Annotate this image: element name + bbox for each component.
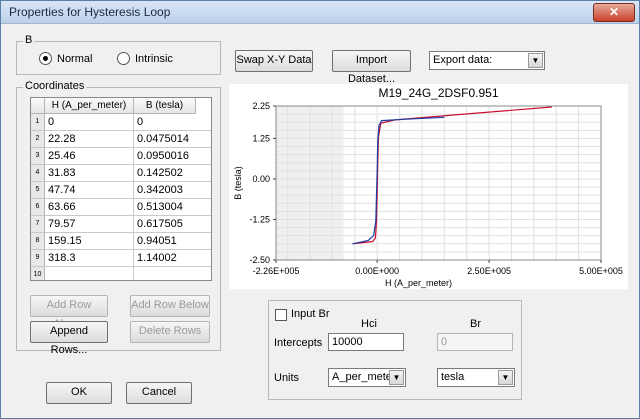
chevron-down-icon[interactable]: ▼ — [498, 370, 513, 385]
radio-intrinsic-label: Intrinsic — [135, 52, 173, 65]
radio-normal-label: Normal — [57, 52, 93, 65]
add-row-above-button[interactable]: Add Row Above — [30, 295, 108, 330]
radio-intrinsic-circle[interactable] — [117, 52, 130, 65]
table-row[interactable]: 6 63.66 0.513004 — [31, 199, 211, 216]
chart-svg: 2.25 1.25 0.00 -1.25 -2.50-2.26E+005 0.00E+00… — [233, 86, 623, 288]
h-value-cell[interactable]: 22.28 — [45, 131, 134, 148]
h-value-cell[interactable]: 79.57 — [45, 216, 134, 233]
b-value-cell[interactable]: 0.94051 — [134, 233, 211, 250]
table-row[interactable]: 4 31.83 0.142502 — [31, 165, 211, 182]
units-label: Units — [274, 372, 300, 384]
radio-intrinsic[interactable]: Intrinsic — [117, 52, 173, 65]
export-data-value: Export data: — [433, 54, 493, 66]
h-value-cell[interactable]: 47.74 — [45, 182, 134, 199]
radio-selected-dot — [43, 56, 48, 61]
hci-header: Hci — [361, 318, 377, 330]
table-row[interactable]: 2 22.28 0.0475014 — [31, 131, 211, 148]
hysteresis-chart: 2.25 1.25 0.00 -1.25 -2.50 -2.26E+005 0.00E+00… — [229, 84, 628, 289]
column-header-h[interactable]: H (A_per_meter) — [45, 98, 134, 114]
h-value-cell[interactable]: 63.66 — [45, 199, 134, 216]
h-value-cell[interactable]: 0 — [45, 114, 134, 131]
intercepts-label: Intercepts — [274, 337, 323, 349]
b-value-cell[interactable]: 0.342003 — [134, 182, 211, 199]
hci-intercept-input[interactable]: 10000 — [328, 333, 404, 351]
y-tick-label: -2.50 — [249, 255, 270, 265]
import-dataset-button[interactable]: Import Dataset... — [332, 50, 411, 85]
b-value-cell[interactable]: 0.0475014 — [134, 131, 211, 148]
table-header: H (A_per_meter) B (tesla) — [31, 98, 211, 114]
hci-units-dropdown[interactable]: A_per_meter ▼ — [328, 368, 406, 387]
y-axis-label: B (tesla) — [233, 166, 243, 200]
window-title: Properties for Hysteresis Loop — [9, 5, 171, 19]
append-rows-button[interactable]: Append Rows... — [30, 321, 108, 356]
radio-normal-circle[interactable] — [39, 52, 52, 65]
chart-title: M19_24G_2DSF0.951 — [378, 86, 498, 100]
add-row-below-button[interactable]: Add Row Below — [130, 295, 210, 317]
coordinates-label: Coordinates — [23, 80, 87, 92]
delete-rows-button[interactable]: Delete Rows — [130, 321, 210, 343]
row-number-cell: 4 — [31, 165, 45, 182]
table-row[interactable]: 100 — [31, 114, 211, 131]
b-group-label: B — [23, 34, 35, 46]
x-tick-label: 5.00E+005 — [579, 266, 623, 276]
title-bar[interactable]: Properties for Hysteresis Loop ✕ — [1, 1, 639, 24]
row-number-cell: 1 — [31, 114, 45, 131]
radio-normal[interactable]: Normal — [39, 52, 92, 65]
h-value-cell[interactable]: 318.3 — [45, 250, 134, 267]
b-value-cell[interactable]: 0.0950016 — [134, 148, 211, 165]
row-number-cell: 2 — [31, 131, 45, 148]
cancel-button[interactable]: Cancel — [126, 382, 192, 404]
input-br-label: Input Br — [291, 308, 330, 320]
b-value-cell[interactable]: 1.14002 — [134, 250, 211, 267]
row-number-cell: 6 — [31, 199, 45, 216]
table-row[interactable]: 3 25.46 0.0950016 — [31, 148, 211, 165]
export-data-dropdown[interactable]: Export data: ▼ — [429, 51, 545, 70]
h-value-cell[interactable]: 25.46 — [45, 148, 134, 165]
y-tick-label: -1.25 — [249, 214, 270, 224]
b-value-cell[interactable]: 0.513004 — [134, 199, 211, 216]
br-units-value: tesla — [441, 371, 465, 383]
swap-xy-button[interactable]: Swap X-Y Data — [235, 50, 313, 72]
y-tick-label: 0.00 — [252, 174, 270, 184]
row-number-cell: 9 — [31, 250, 45, 267]
row-number-cell: 8 — [31, 233, 45, 250]
table-row[interactable]: 7 79.57 0.617505 — [31, 216, 211, 233]
row-number-header — [31, 98, 45, 114]
b-value-cell[interactable]: 0.617505 — [134, 216, 211, 233]
row-number-cell: 10 — [31, 267, 45, 280]
chevron-down-icon[interactable]: ▼ — [389, 370, 404, 385]
row-number-cell: 5 — [31, 182, 45, 199]
input-br-checkbox[interactable] — [275, 309, 287, 321]
ok-button[interactable]: OK — [46, 382, 112, 404]
table-row[interactable]: 5 47.74 0.342003 — [31, 182, 211, 199]
b-value-cell[interactable] — [134, 267, 211, 280]
y-tick-label: 1.25 — [252, 133, 270, 143]
x-tick-label: -2.26E+005 — [253, 266, 300, 276]
br-intercept-input[interactable]: 0 — [437, 333, 513, 351]
table-row[interactable]: 8 159.15 0.94051 — [31, 233, 211, 250]
plot-area — [343, 106, 601, 260]
h-value-cell[interactable]: 159.15 — [45, 233, 134, 250]
h-value-cell[interactable] — [45, 267, 134, 280]
b-value-cell[interactable]: 0 — [134, 114, 211, 131]
b-group: B Normal Intrinsic — [16, 34, 221, 75]
h-value-cell[interactable]: 31.83 — [45, 165, 134, 182]
properties-dialog: Properties for Hysteresis Loop ✕ B Norma… — [0, 0, 640, 419]
coordinates-table: H (A_per_meter) B (tesla) 1 0 0 2 22.28 0.047… — [30, 97, 212, 281]
column-header-b[interactable]: B (tesla) — [134, 98, 196, 114]
table-row[interactable]: 9 318.3 1.14002 — [31, 250, 211, 267]
b-value-cell[interactable]: 0.142502 — [134, 165, 211, 182]
chevron-down-icon[interactable]: ▼ — [528, 53, 543, 68]
br-header: Br — [470, 318, 481, 330]
x-tick-label: 0.00E+000 — [355, 266, 399, 276]
row-number-cell: 7 — [31, 216, 45, 233]
hci-units-value: A_per_meter — [332, 371, 396, 383]
x-tick-label: 2.50E+005 — [467, 266, 511, 276]
x-axis-label: H (A_per_meter) — [385, 278, 452, 288]
y-tick-label: 2.25 — [252, 101, 270, 111]
row-number-cell: 3 — [31, 148, 45, 165]
br-units-dropdown[interactable]: tesla ▼ — [437, 368, 515, 387]
table-row[interactable]: 10 — [31, 267, 211, 280]
close-icon[interactable]: ✕ — [593, 3, 635, 22]
